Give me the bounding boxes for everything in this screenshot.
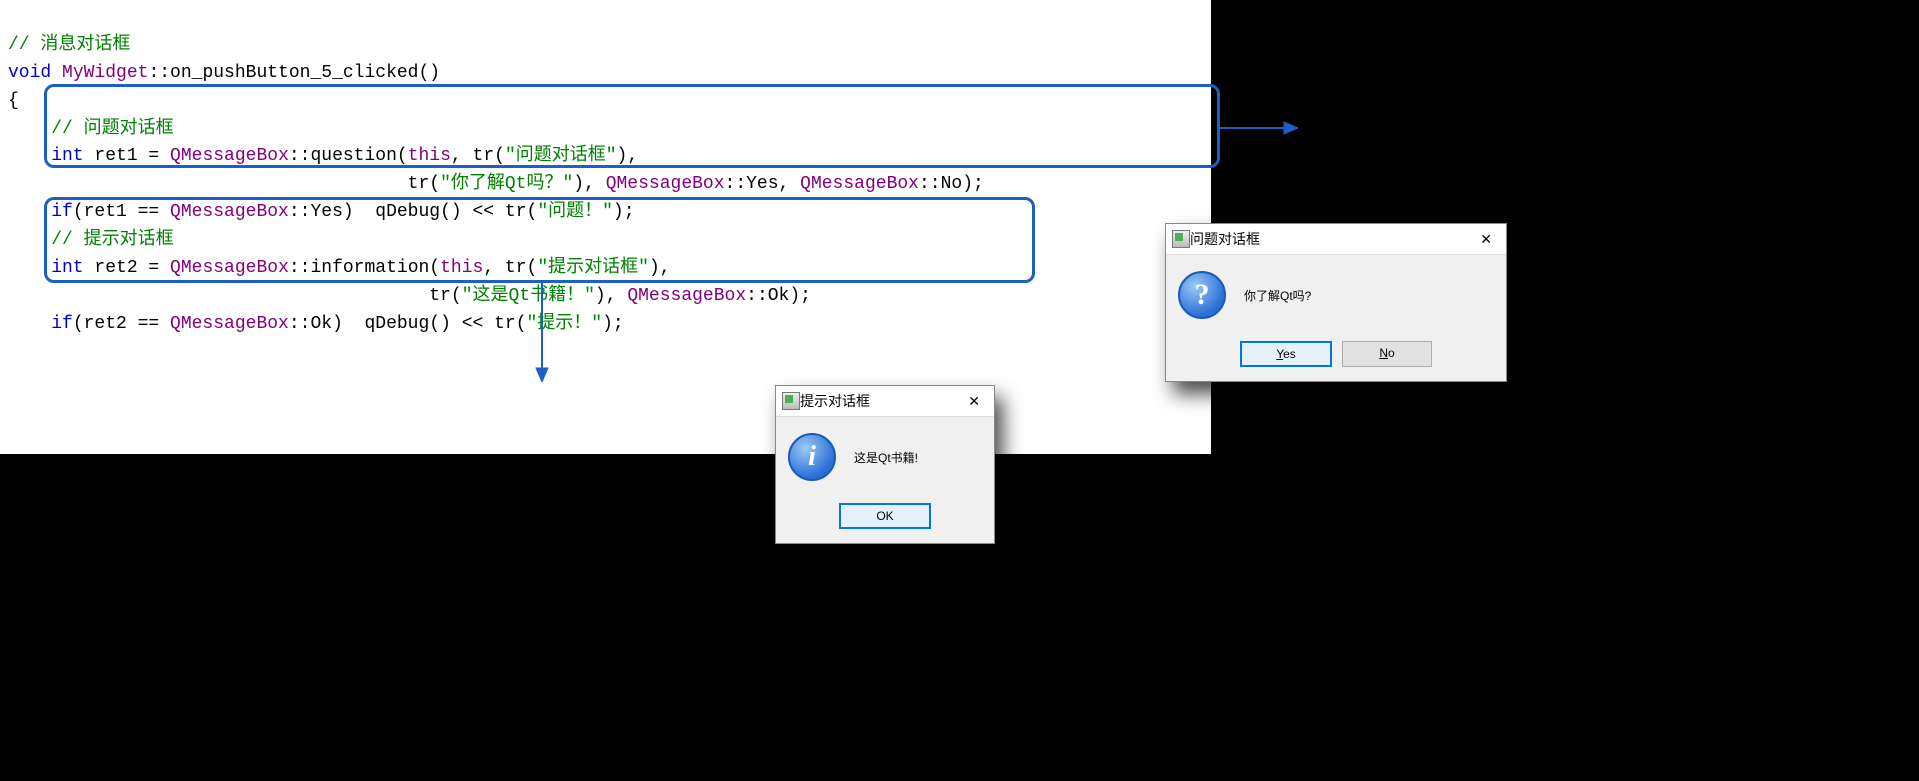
code-text: ),	[573, 174, 605, 194]
string-literal: "提示对话框"	[537, 258, 649, 278]
question-icon: ?	[1178, 271, 1226, 319]
string-literal: "这是Qt书籍！"	[462, 286, 595, 306]
no-mnemonic: N	[1379, 346, 1388, 360]
question-dialog-body: ? 你了解Qt吗?	[1166, 255, 1506, 335]
class-qmessagebox: QMessageBox	[170, 146, 289, 166]
code-text: ),	[617, 146, 639, 166]
code-text: ret2 =	[84, 258, 170, 278]
no-button[interactable]: No	[1342, 341, 1432, 367]
code-editor: // 消息对话框 void MyWidget::on_pushButton_5_…	[0, 0, 1211, 454]
app-icon	[1172, 230, 1190, 248]
ok-button[interactable]: OK	[839, 503, 931, 529]
code-text: ::Ok);	[746, 286, 811, 306]
code-text: ::Yes) qDebug() << tr(	[289, 202, 537, 222]
class-qmessagebox: QMessageBox	[606, 174, 725, 194]
string-literal: "问题对话框"	[505, 146, 617, 166]
brace: {	[8, 91, 19, 111]
code-text: tr(	[8, 174, 440, 194]
string-literal: "问题！"	[537, 202, 613, 222]
no-text: o	[1388, 346, 1395, 360]
close-icon[interactable]: ✕	[960, 391, 988, 412]
comment-question: // 问题对话框	[8, 119, 174, 139]
code-text: ::question(	[289, 146, 408, 166]
info-dialog-buttons: OK	[776, 497, 994, 543]
comment-line: // 消息对话框	[8, 35, 130, 55]
string-literal: "你了解Qt吗？"	[440, 174, 573, 194]
class-qmessagebox: QMessageBox	[800, 174, 919, 194]
info-dialog-message: 这是Qt书籍!	[854, 449, 974, 466]
code-text: ::Yes,	[725, 174, 801, 194]
code-text: , tr(	[483, 258, 537, 278]
question-dialog-message: 你了解Qt吗?	[1244, 287, 1486, 304]
yes-text: es	[1283, 347, 1296, 361]
question-dialog: 问题对话框 ✕ ? 你了解Qt吗? Yes No	[1165, 223, 1507, 382]
keyword-this: this	[440, 258, 483, 278]
code-text: ::information(	[289, 258, 440, 278]
info-dialog-body: i 这是Qt书籍!	[776, 417, 994, 497]
keyword-int: int	[8, 258, 84, 278]
code-text: tr(	[8, 286, 462, 306]
comment-info: // 提示对话框	[8, 230, 174, 250]
class-qmessagebox: QMessageBox	[170, 314, 289, 334]
keyword: void	[8, 63, 51, 83]
info-icon: i	[788, 433, 836, 481]
code-text: ::Ok) qDebug() << tr(	[289, 314, 527, 334]
method-sig: ::on_pushButton_5_clicked()	[148, 63, 440, 83]
keyword-int: int	[8, 146, 84, 166]
yes-button[interactable]: Yes	[1240, 341, 1332, 367]
keyword-if: if	[8, 314, 73, 334]
code-text: ),	[649, 258, 671, 278]
keyword-this: this	[408, 146, 451, 166]
arrow-to-question-dialog	[1218, 118, 1298, 138]
class-name: MyWidget	[51, 63, 148, 83]
info-dialog-titlebar[interactable]: 提示对话框 ✕	[776, 386, 994, 417]
code-text: , tr(	[451, 146, 505, 166]
app-icon	[782, 392, 800, 410]
keyword-if: if	[8, 202, 73, 222]
info-dialog-title: 提示对话框	[800, 391, 960, 411]
class-qmessagebox: QMessageBox	[627, 286, 746, 306]
info-dialog: 提示对话框 ✕ i 这是Qt书籍! OK	[775, 385, 995, 544]
question-dialog-title: 问题对话框	[1190, 229, 1472, 249]
code-text: ::No);	[919, 174, 984, 194]
class-qmessagebox: QMessageBox	[170, 258, 289, 278]
code-text: (ret2 ==	[73, 314, 170, 334]
code-text: );	[613, 202, 635, 222]
code-text: ret1 =	[84, 146, 170, 166]
code-text: );	[602, 314, 624, 334]
class-qmessagebox: QMessageBox	[170, 202, 289, 222]
code-text: ),	[595, 286, 627, 306]
question-dialog-titlebar[interactable]: 问题对话框 ✕	[1166, 224, 1506, 255]
close-icon[interactable]: ✕	[1472, 229, 1500, 250]
arrow-to-info-dialog	[532, 282, 552, 382]
question-dialog-buttons: Yes No	[1166, 335, 1506, 381]
code-text: (ret1 ==	[73, 202, 170, 222]
